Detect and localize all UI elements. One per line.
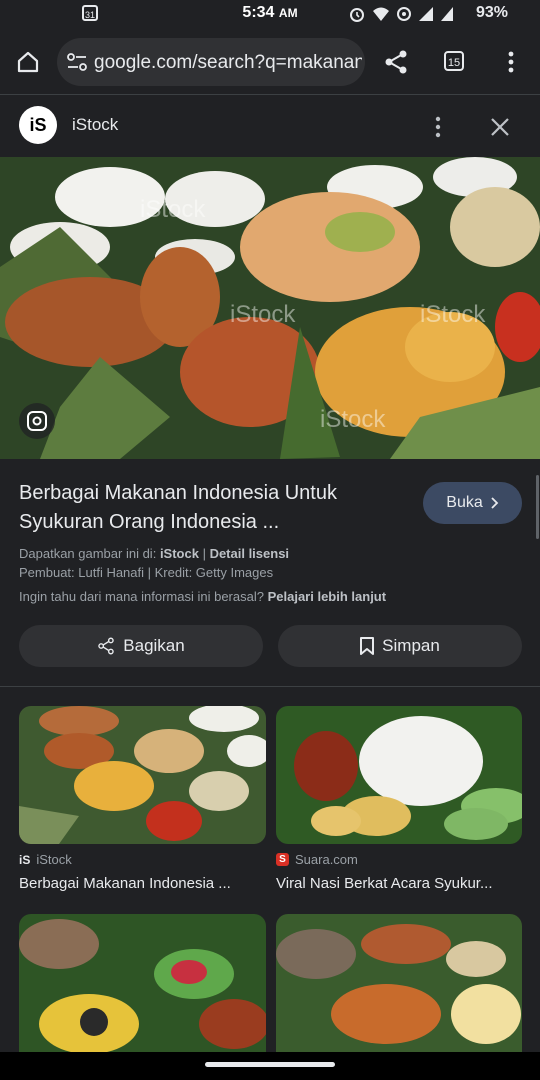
clock: 5:34 AM [242, 4, 298, 21]
share-label: Bagikan [123, 636, 185, 655]
address-bar[interactable]: google.com/search?q=makanan [57, 38, 365, 86]
divider [0, 686, 540, 687]
share-icon[interactable] [384, 49, 408, 75]
watermark: iStock [320, 406, 386, 433]
source-name[interactable]: iStock [72, 115, 118, 135]
battery-level: 93% [475, 4, 508, 21]
home-icon[interactable] [16, 50, 40, 74]
watermark: iStock [230, 301, 296, 328]
image-source-header: iS iStock [0, 95, 540, 157]
close-icon[interactable] [490, 117, 510, 137]
url-text[interactable]: google.com/search?q=makanan [94, 52, 362, 74]
save-label: Simpan [382, 636, 440, 655]
signal-icon-2 [441, 7, 453, 21]
google-lens-icon [27, 411, 47, 431]
related-image-1[interactable] [19, 706, 266, 844]
open-button[interactable]: Buka [423, 482, 522, 524]
suara-logo: S [276, 853, 289, 866]
related-photo-3 [19, 914, 266, 1052]
istock-small-logo: iS [19, 852, 31, 867]
alarm-icon [350, 8, 364, 22]
license-details-link[interactable]: Detail lisensi [210, 546, 289, 561]
chevron-right-icon [491, 497, 499, 509]
scrollbar[interactable] [536, 475, 539, 539]
related-image-3[interactable] [19, 914, 266, 1052]
status-icons [348, 5, 454, 23]
get-image-line: Dapatkan gambar ini di: iStock | Detail … [19, 546, 290, 561]
related-photo-1 [19, 706, 266, 844]
signal-icon [419, 7, 433, 21]
watermark: iStock [140, 196, 206, 223]
image-title[interactable]: Berbagai Makanan Indonesia Untuk Syukura… [19, 479, 389, 537]
hotspot-icon [397, 7, 411, 21]
share-button[interactable]: Bagikan [19, 625, 263, 667]
tab-switcher-button[interactable]: 15 [444, 51, 464, 71]
related-image-2[interactable] [276, 706, 522, 844]
wifi-icon [373, 7, 389, 21]
related-title-2[interactable]: Viral Nasi Berkat Acara Syukur... [276, 875, 522, 892]
home-gesture-handle[interactable] [205, 1062, 335, 1067]
share-icon [98, 637, 115, 655]
istock-logo: iS [19, 106, 57, 144]
watermark: iStock [420, 301, 486, 328]
food-photo: iStock iStock iStock iStock [0, 157, 540, 459]
browser-toolbar: google.com/search?q=makanan 15 [0, 30, 540, 95]
status-bar: 31 5:34 AM 93% [0, 0, 540, 30]
related-photo-2 [276, 706, 522, 844]
related-source-2[interactable]: S Suara.com [276, 852, 358, 867]
source-link[interactable]: iStock [160, 546, 199, 561]
main-image[interactable]: iStock iStock iStock iStock [0, 157, 540, 459]
lens-button[interactable] [19, 403, 55, 439]
overflow-menu-icon[interactable] [505, 50, 517, 74]
site-settings-icon[interactable] [67, 53, 87, 71]
related-image-4[interactable] [276, 914, 522, 1052]
related-photo-4 [276, 914, 522, 1052]
related-source-1[interactable]: iS iStock [19, 852, 72, 867]
info-line: Ingin tahu dari mana informasi ini beras… [19, 589, 387, 604]
open-button-label: Buka [446, 494, 483, 511]
bookmark-icon [360, 637, 375, 655]
more-options-icon[interactable] [434, 116, 442, 138]
save-button[interactable]: Simpan [278, 625, 522, 667]
credit-line: Pembuat: Lutfi Hanafi | Kredit: Getty Im… [19, 565, 274, 580]
learn-more-link[interactable]: Pelajari lebih lanjut [268, 589, 386, 604]
related-title-1[interactable]: Berbagai Makanan Indonesia ... [19, 875, 265, 892]
